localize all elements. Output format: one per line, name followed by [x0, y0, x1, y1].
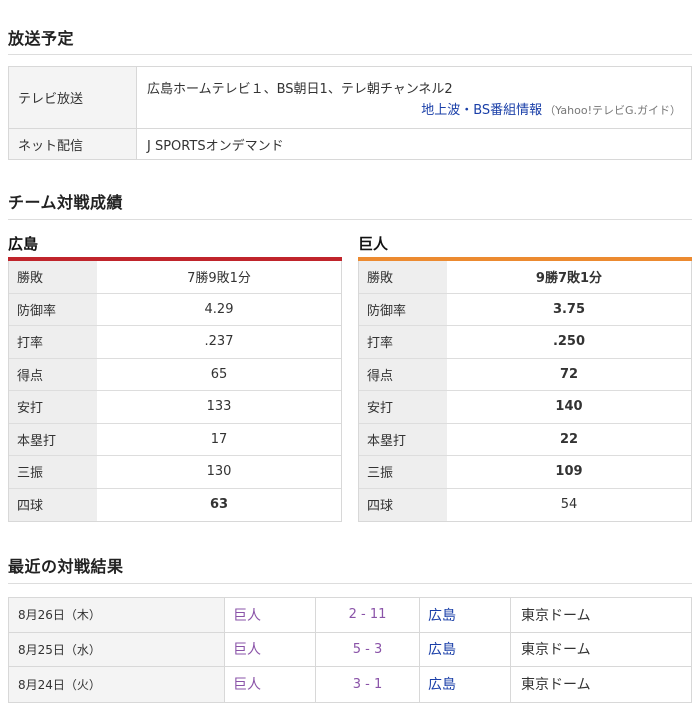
broadcast-divider	[8, 54, 692, 55]
game-date: 8月25日（水）	[9, 632, 225, 666]
away-team-link[interactable]: 広島	[420, 632, 511, 666]
tv-cell: 広島ホームテレビ１、BS朝日1、テレ朝チャンネル2 地上波・BS番組情報 （Yah…	[137, 67, 691, 128]
stat-row: 防御率 4.29	[9, 293, 341, 326]
stat-value: 22	[559, 431, 579, 447]
stat-value: 3.75	[552, 301, 586, 317]
stat-label: 安打	[359, 391, 447, 423]
stat-label: 打率	[9, 326, 97, 358]
home-team-link[interactable]: 巨人	[225, 667, 316, 702]
stat-label: 得点	[9, 358, 97, 390]
tv-row: テレビ放送 広島ホームテレビ１、BS朝日1、テレ朝チャンネル2 地上波・BS番組…	[9, 67, 691, 129]
stat-label: 本塁打	[9, 423, 97, 455]
home-team-link[interactable]: 巨人	[225, 598, 316, 632]
stat-row: 勝敗 9勝7敗1分	[359, 261, 691, 294]
recent-results-table: 8月26日（木） 巨人 2 - 11 広島 東京ドーム 8月25日（水） 巨人 5 - 3 広島…	[8, 597, 692, 703]
stat-value: 4.29	[204, 301, 234, 317]
stat-value: .237	[204, 334, 234, 350]
broadcast-table: テレビ放送 広島ホームテレビ１、BS朝日1、テレ朝チャンネル2 地上波・BS番組…	[8, 66, 692, 160]
stat-row: 勝敗 7勝9敗1分	[9, 261, 341, 294]
venue: 東京ドーム	[521, 642, 591, 659]
stat-label: 勝敗	[9, 261, 97, 293]
stat-value: 65	[210, 366, 228, 382]
home-team-stats: 広島 勝敗 7勝9敗1分防御率 4.29 打率 .237 得点 65 安打 133 本塁打 17 三振…	[8, 233, 342, 522]
stat-value: 9勝7敗1分	[535, 271, 603, 287]
away-team-link[interactable]: 広島	[420, 598, 511, 632]
net-value: J SPORTSオンデマンド	[147, 138, 284, 154]
stat-label: 安打	[9, 391, 97, 423]
result-row: 8月25日（水） 巨人 5 - 3 広島 東京ドーム	[9, 632, 691, 667]
home-team-link[interactable]: 巨人	[225, 632, 316, 666]
result-row: 8月24日（火） 巨人 3 - 1 広島 東京ドーム	[9, 667, 691, 702]
stat-label: 四球	[9, 488, 97, 521]
stat-label: 打率	[359, 326, 447, 358]
result-row: 8月26日（木） 巨人 2 - 11 広島 東京ドーム	[9, 598, 691, 633]
tv-label: テレビ放送	[9, 67, 137, 128]
tv-guide-link[interactable]: 地上波・BS番組情報	[421, 103, 542, 118]
stat-row: 打率 .250	[359, 326, 691, 359]
stat-row: 得点 65	[9, 358, 341, 391]
stat-row: 防御率 3.75	[359, 293, 691, 326]
recent-results-divider	[8, 583, 692, 584]
stat-value: .250	[552, 334, 586, 350]
stat-value: 7勝9敗1分	[187, 271, 251, 287]
stat-row: 三振 109	[359, 456, 691, 489]
home-team-name: 広島	[8, 235, 39, 253]
team-stats-title: チーム対戦成績	[8, 193, 124, 212]
away-team-stats: 巨人 勝敗 9勝7敗1分防御率 3.75 打率 .250 得点 72 安打 140 本塁打 22 三振…	[358, 233, 692, 522]
stat-row: 三振 130	[9, 456, 341, 489]
stat-row: 安打 140	[359, 391, 691, 424]
stat-row: 四球 54	[359, 488, 691, 521]
stat-value: 72	[559, 366, 579, 382]
tv-guide-source: （Yahoo!テレビG.ガイド）	[544, 104, 681, 117]
tv-channels: 広島ホームテレビ１、BS朝日1、テレ朝チャンネル2	[147, 82, 453, 97]
net-row: ネット配信 J SPORTSオンデマンド	[9, 129, 691, 159]
team-stats-divider	[8, 219, 692, 220]
stat-row: 安打 133	[9, 391, 341, 424]
stat-label: 勝敗	[359, 261, 447, 293]
score-link[interactable]: 2 - 11	[316, 598, 420, 632]
game-date: 8月24日（火）	[9, 667, 225, 702]
stat-label: 本塁打	[359, 423, 447, 455]
away-team-name: 巨人	[358, 235, 389, 253]
stat-row: 本塁打 22	[359, 423, 691, 456]
stat-value: 140	[555, 399, 583, 415]
venue: 東京ドーム	[521, 677, 591, 694]
away-team-link[interactable]: 広島	[420, 667, 511, 702]
game-date: 8月26日（木）	[9, 598, 225, 632]
net-label: ネット配信	[9, 129, 137, 159]
score-link[interactable]: 5 - 3	[316, 632, 420, 666]
venue: 東京ドーム	[521, 607, 591, 624]
stat-label: 得点	[359, 358, 447, 390]
stat-value: 54	[560, 497, 578, 513]
stat-label: 防御率	[359, 293, 447, 325]
score-link[interactable]: 3 - 1	[316, 667, 420, 702]
away-stats-table: 勝敗 9勝7敗1分防御率 3.75 打率 .250 得点 72 安打 140 本塁打 22 三振 109…	[358, 261, 692, 522]
stat-value: 130	[206, 464, 232, 480]
stat-label: 防御率	[9, 293, 97, 325]
home-stats-table: 勝敗 7勝9敗1分防御率 4.29 打率 .237 得点 65 安打 133 本塁打 17 三振 130…	[8, 261, 342, 522]
stat-label: 三振	[359, 456, 447, 488]
stat-row: 本塁打 17	[9, 423, 341, 456]
stat-value: 17	[210, 431, 228, 447]
stat-row: 得点 72	[359, 358, 691, 391]
stat-value: 63	[209, 497, 229, 513]
stat-label: 四球	[359, 488, 447, 521]
stat-value: 133	[206, 399, 232, 415]
stat-row: 四球 63	[9, 488, 341, 521]
broadcast-title: 放送予定	[8, 29, 75, 48]
stat-label: 三振	[9, 456, 97, 488]
stat-value: 109	[555, 464, 583, 480]
stat-row: 打率 .237	[9, 326, 341, 359]
recent-results-title: 最近の対戦結果	[8, 557, 124, 576]
